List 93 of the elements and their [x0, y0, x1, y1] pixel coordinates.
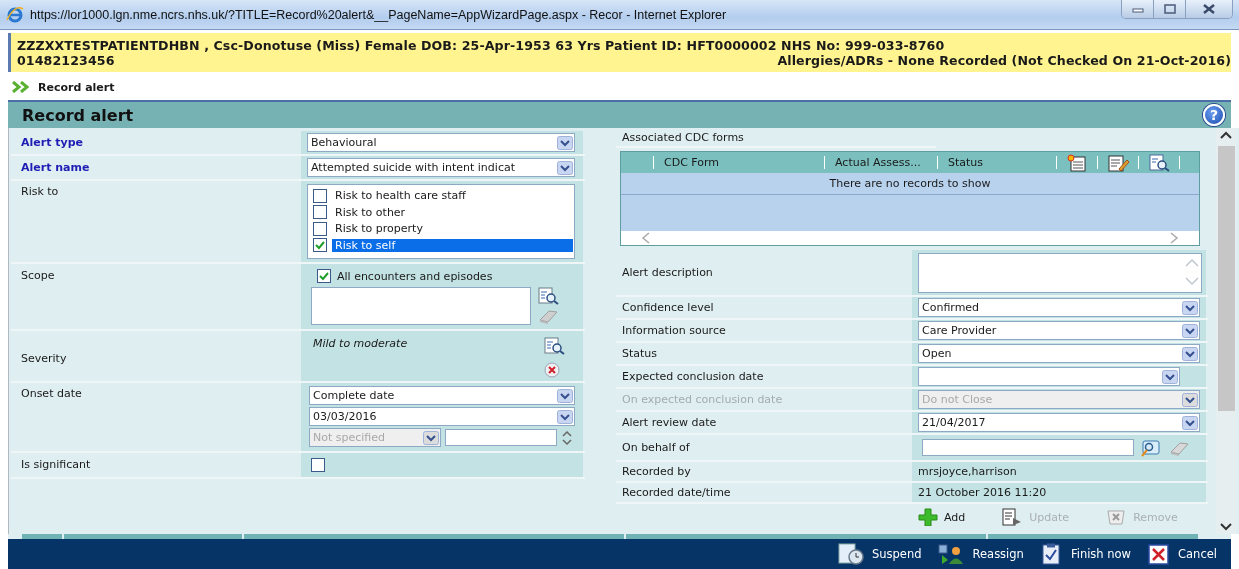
- column-header[interactable]: CDC Form: [664, 156, 720, 170]
- description-field[interactable]: [918, 252, 1202, 293]
- checkbox[interactable]: [313, 238, 327, 253]
- section-title: Associated CDC forms: [622, 131, 744, 145]
- list-option[interactable]: Risk to property: [332, 222, 573, 236]
- list-option[interactable]: Risk to self: [332, 238, 573, 252]
- chevron-left-icon: [641, 232, 651, 245]
- horizontal-scrollbar[interactable]: [621, 231, 1199, 246]
- checkbox[interactable]: [311, 458, 325, 473]
- cancel-icon[interactable]: [1147, 542, 1172, 565]
- search-field[interactable]: [922, 439, 1134, 457]
- add-button[interactable]: Add: [918, 508, 966, 527]
- finish-button[interactable]: Finish now: [1039, 542, 1132, 565]
- dropdown[interactable]: Open: [918, 344, 1200, 364]
- field-label: Is significant: [21, 458, 91, 472]
- alert-type-dropdown[interactable]: Behavioural: [307, 133, 575, 153]
- field-label: On expected conclusion date: [622, 393, 783, 407]
- checkbox-label: All encounters and episodes: [337, 269, 493, 283]
- field-value: mrsjoyce,harrison: [918, 465, 1017, 479]
- plus-icon[interactable]: [918, 508, 938, 527]
- date-precision-dropdown[interactable]: Complete date: [309, 386, 575, 406]
- edit-document-icon[interactable]: [1107, 153, 1129, 172]
- scope-field[interactable]: [311, 287, 531, 326]
- double-chevron-icon: [12, 81, 30, 94]
- field-label: Risk to: [21, 185, 59, 199]
- chevron-down-icon: [1182, 300, 1198, 315]
- suspend-button[interactable]: Suspend: [837, 542, 922, 565]
- chevron-down-icon: [557, 409, 573, 424]
- checkbox[interactable]: [317, 269, 331, 284]
- close-button[interactable]: [1186, 0, 1232, 18]
- chevron-down-icon: [557, 160, 573, 175]
- new-document-icon[interactable]: [1066, 153, 1088, 172]
- window-title: https://lor1000.lgn.nme.ncrs.nhs.uk/?TITLE=Record%20alert&__PageName=AppWizardPage.aspx - Recor - Internet Explorer: [30, 7, 728, 22]
- checkbox[interactable]: [313, 205, 327, 220]
- checkbox[interactable]: [313, 221, 327, 236]
- chevron-down-icon: [1182, 346, 1198, 361]
- allergies-status: Allergies/ADRs - None Recorded (Not Checked On 21-Oct-2016): [777, 53, 1231, 69]
- breadcrumb[interactable]: Record alert: [38, 80, 115, 94]
- chevron-down-icon: [1162, 369, 1178, 384]
- field-label: Status: [622, 347, 658, 361]
- page-title: Record alert: [22, 105, 134, 125]
- column-header[interactable]: Actual Assess...: [835, 156, 921, 170]
- chevron-down-icon: [1182, 415, 1198, 430]
- reassign-button[interactable]: Reassign: [937, 542, 1024, 565]
- list-option[interactable]: Risk to health care staff: [332, 189, 573, 203]
- field-label: Alert type: [21, 136, 84, 150]
- cancel-button[interactable]: Cancel: [1147, 542, 1217, 565]
- severity-value: Mild to moderate: [313, 337, 408, 353]
- chevron-down-icon: [423, 430, 439, 445]
- magnifier-document-icon[interactable]: [543, 337, 565, 356]
- field-label: Onset date: [21, 387, 82, 401]
- checkbox[interactable]: [313, 188, 327, 203]
- chevron-down-icon: [1182, 392, 1198, 407]
- chevron-right-icon: [1169, 232, 1179, 245]
- field-label: Alert review date: [622, 416, 717, 430]
- field-label: Information source: [622, 324, 726, 338]
- scrollbar-thumb[interactable]: [1217, 146, 1235, 412]
- magnifier-document-icon[interactable]: [1148, 153, 1170, 172]
- chevron-down-icon: [557, 388, 573, 403]
- dropdown[interactable]: 21/04/2017: [918, 413, 1200, 433]
- empty-message: There are no records to show: [829, 177, 991, 191]
- chevron-down-icon: [1182, 323, 1198, 338]
- alert-name-dropdown[interactable]: Attempted suicide with intent indicat: [307, 158, 575, 178]
- patient-details: ZZZXXTESTPATIENTDHBN , Csc-Donotuse (Miss) Female DOB: 25-Apr-1953 63 Yrs Patient ID: HFT0000002 NHS No: 999-033-8760: [17, 38, 945, 54]
- close-icon: [1202, 4, 1216, 14]
- column-header[interactable]: Status: [948, 156, 984, 170]
- field-label: Severity: [21, 351, 67, 365]
- field-label: Recorded by: [622, 465, 691, 479]
- magnifier-document-icon[interactable]: [537, 287, 559, 306]
- chevron-down-icon: [557, 135, 573, 150]
- person-search-icon[interactable]: [1140, 438, 1162, 457]
- delete-icon[interactable]: [543, 361, 561, 380]
- maximize-button[interactable]: [1154, 0, 1186, 18]
- dropdown[interactable]: Care Provider: [918, 321, 1200, 341]
- list-option[interactable]: Risk to other: [332, 205, 573, 219]
- field-label: Expected conclusion date: [622, 370, 764, 384]
- patient-phone: 01482123456: [17, 53, 115, 69]
- dropdown[interactable]: Confirmed: [918, 298, 1200, 318]
- field-label: Scope: [21, 269, 55, 283]
- field-label: Alert description: [622, 266, 713, 280]
- time-field[interactable]: [445, 429, 557, 447]
- field-label: Confidence level: [622, 301, 714, 315]
- field-label: Alert name: [21, 161, 90, 175]
- people-arrow-icon[interactable]: [937, 542, 966, 565]
- browser-icon: [6, 5, 24, 24]
- field-label: On behalf of: [622, 441, 690, 455]
- document-clock-icon[interactable]: [837, 542, 865, 565]
- field-label: Recorded date/time: [622, 486, 731, 500]
- field-value: 21 October 2016 11:20: [918, 486, 1047, 500]
- minimize-icon: [1131, 5, 1144, 13]
- maximize-icon: [1163, 4, 1176, 14]
- date-dropdown[interactable]: 03/03/2016: [309, 407, 575, 427]
- spinner-icon[interactable]: [561, 429, 573, 446]
